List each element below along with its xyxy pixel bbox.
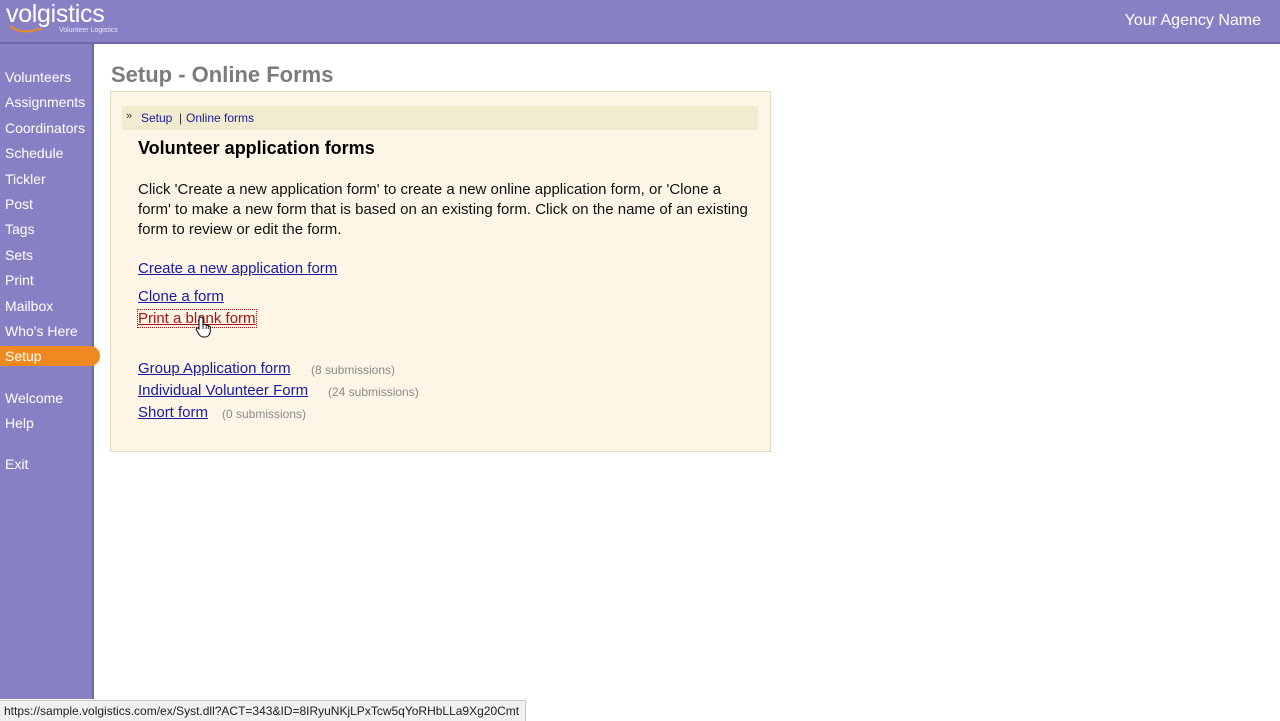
online-forms-panel: » Setup | Online forms Volunteer applica… xyxy=(110,91,771,452)
clone-form-link[interactable]: Clone a form xyxy=(138,288,224,305)
breadcrumb-setup-link[interactable]: Setup xyxy=(141,111,172,125)
volgistics-logo[interactable]: volgistics Volunteer Logistics xyxy=(6,0,136,40)
breadcrumb-arrow-icon: » xyxy=(126,110,133,122)
sidebar-item-exit[interactable]: Exit xyxy=(0,454,28,474)
sidebar-item-post[interactable]: Post xyxy=(0,194,33,214)
sidebar-item-tags[interactable]: Tags xyxy=(0,219,35,239)
logo-swoosh-icon xyxy=(9,25,43,33)
sidebar-item-help[interactable]: Help xyxy=(0,413,34,433)
form-link-short-form[interactable]: Short form xyxy=(138,404,208,421)
sidebar-item-assignments[interactable]: Assignments xyxy=(0,92,85,112)
section-title: Volunteer application forms xyxy=(138,138,375,158)
logo-tagline: Volunteer Logistics xyxy=(59,27,118,34)
status-bar-url: https://sample.volgistics.com/ex/Syst.dl… xyxy=(0,700,527,721)
sidebar-item-coordinators[interactable]: Coordinators xyxy=(0,118,85,138)
sidebar-item-print[interactable]: Print xyxy=(0,270,34,290)
sidebar-item-schedule[interactable]: Schedule xyxy=(0,143,63,163)
breadcrumb: » Setup | Online forms xyxy=(122,106,758,130)
sidebar-nav: Volunteers Assignments Coordinators Sche… xyxy=(0,44,100,699)
sidebar-item-sets[interactable]: Sets xyxy=(0,245,33,265)
form-submission-count: (0 submissions) xyxy=(222,407,307,421)
section-description: Click 'Create a new application form' to… xyxy=(138,181,748,238)
page-title: Setup - Online Forms xyxy=(111,62,334,87)
header-bar: volgistics Volunteer Logistics Your Agen… xyxy=(0,0,1280,44)
hand-pointer-cursor-icon xyxy=(195,316,211,338)
sidebar-item-volunteers[interactable]: Volunteers xyxy=(0,67,71,87)
sidebar-item-whos-here[interactable]: Who's Here xyxy=(0,321,78,341)
form-submission-count: (24 submissions) xyxy=(328,385,419,399)
breadcrumb-separator: | xyxy=(179,111,183,125)
create-form-link[interactable]: Create a new application form xyxy=(138,260,337,277)
form-link-group-application[interactable]: Group Application form xyxy=(138,360,291,377)
form-submission-count: (8 submissions) xyxy=(311,363,396,377)
sidebar-item-welcome[interactable]: Welcome xyxy=(0,388,63,408)
form-link-individual-volunteer[interactable]: Individual Volunteer Form xyxy=(138,382,308,399)
agency-name: Your Agency Name xyxy=(1124,12,1261,29)
sidebar-item-setup[interactable]: Setup xyxy=(0,346,100,366)
sidebar-item-tickler[interactable]: Tickler xyxy=(0,169,46,189)
breadcrumb-online-forms-link[interactable]: Online forms xyxy=(186,111,254,125)
sidebar-item-mailbox[interactable]: Mailbox xyxy=(0,296,53,316)
